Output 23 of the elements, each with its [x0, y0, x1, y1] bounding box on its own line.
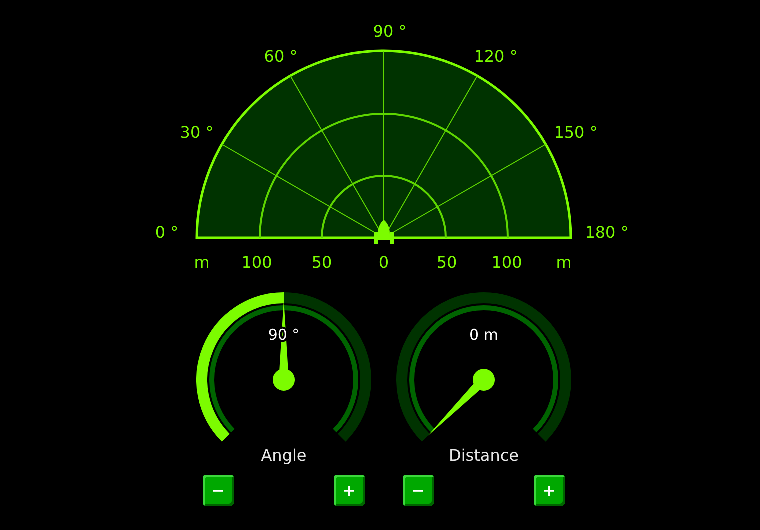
gauge-reading: 0 m — [470, 326, 498, 344]
angle-label: 30 ° — [180, 123, 214, 142]
angle-label: 120 ° — [474, 47, 518, 66]
gauge-label: Angle — [261, 446, 307, 465]
angle-label: 150 ° — [554, 123, 598, 142]
angle-label: 90 ° — [373, 22, 407, 41]
increase-button[interactable]: + — [534, 475, 565, 506]
distance-label: 100 — [492, 253, 522, 272]
angle-label: 180 ° — [585, 223, 629, 242]
gauge-label: Distance — [449, 446, 519, 465]
distance-label: m — [556, 253, 572, 272]
angle-label: 0 ° — [155, 223, 179, 242]
decrease-button[interactable]: − — [403, 475, 434, 506]
rocket-icon — [374, 220, 394, 244]
gauge-needle — [427, 369, 495, 437]
increase-button[interactable]: + — [334, 475, 365, 506]
distance-label: 0 — [378, 253, 390, 272]
decrease-button[interactable]: − — [203, 475, 234, 506]
angle-label: 60 ° — [264, 47, 298, 66]
distance-label: m — [194, 253, 210, 272]
distance-label: 50 — [436, 253, 458, 272]
distance-label: 50 — [312, 253, 332, 272]
distance-label: 100 — [242, 253, 272, 272]
